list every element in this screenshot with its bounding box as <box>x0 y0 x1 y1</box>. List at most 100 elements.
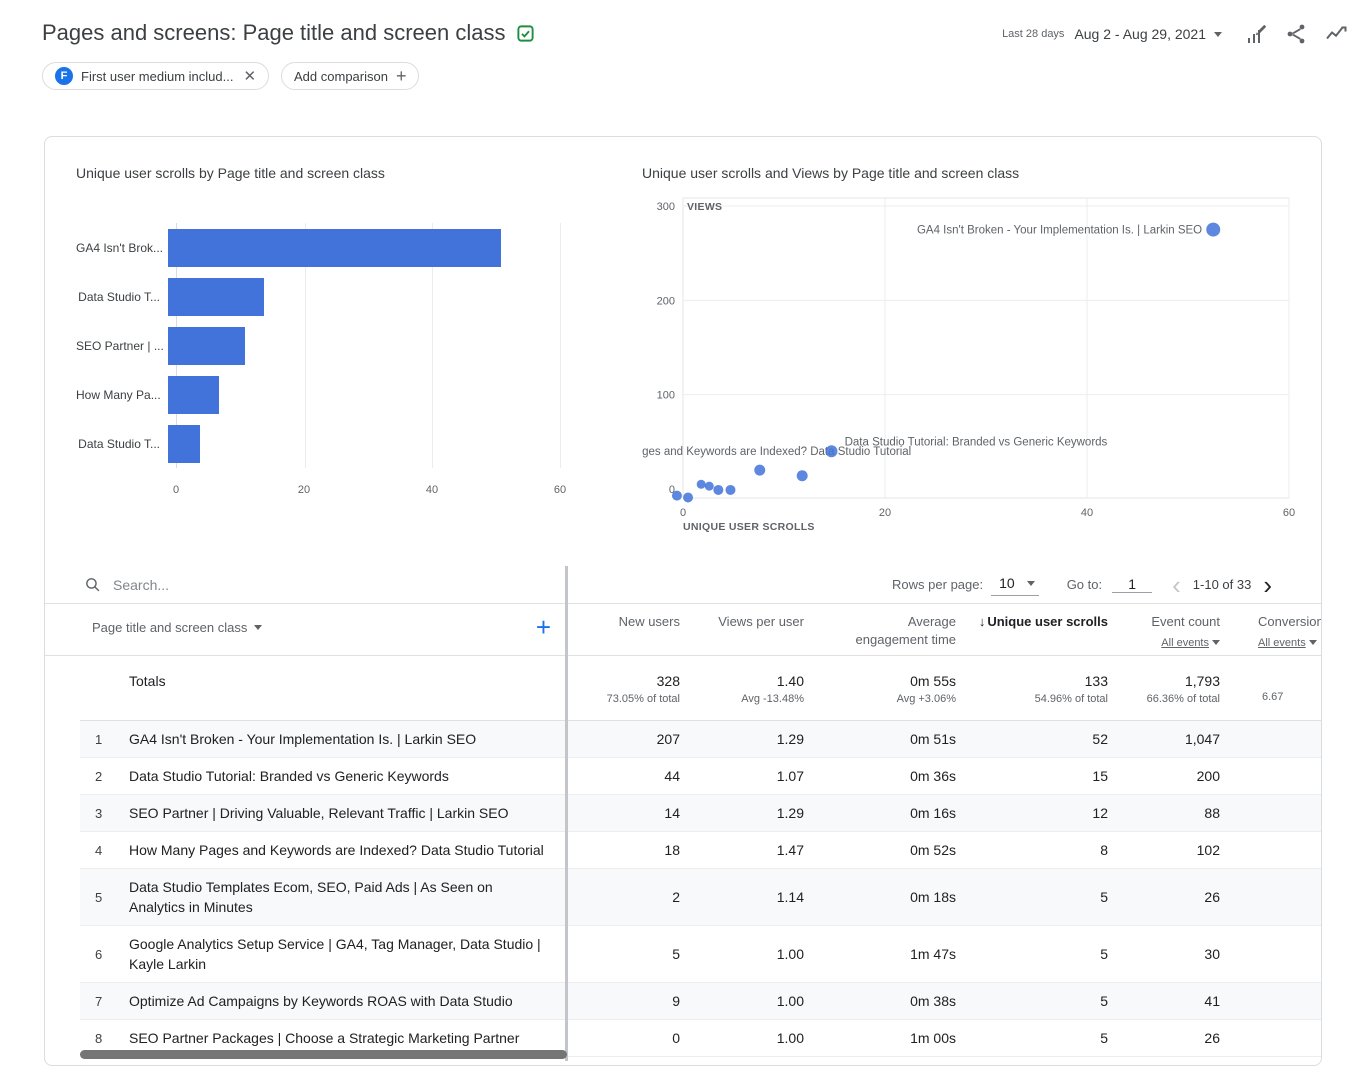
column-header-avg-engagement-time[interactable]: Average engagement time <box>804 613 956 649</box>
sort-descending-icon: ↓ <box>979 614 986 629</box>
table-row[interactable]: 2Data Studio Tutorial: Branded vs Generi… <box>80 758 1321 795</box>
scatter-y-tick-label: 300 <box>657 201 675 213</box>
scatter-plot: 01002003000204060VIEWSUNIQUE USER SCROLL… <box>642 187 1302 537</box>
filter-chip-first-user-medium[interactable]: F First user medium includ... ✕ <box>42 62 269 90</box>
column-header-page-title[interactable]: Page title and screen class + <box>80 613 565 637</box>
table-row[interactable]: 3SEO Partner | Driving Valuable, Relevan… <box>80 795 1321 832</box>
previous-page-icon[interactable]: ‹ <box>1164 575 1189 595</box>
scatter-point[interactable] <box>825 445 837 457</box>
page-title-cell: Google Analytics Setup Service | GA4, Ta… <box>129 926 549 982</box>
event-count-cell: 1,047 <box>1108 731 1220 747</box>
avg-engagement-time-cell: 0m 51s <box>804 731 956 747</box>
new-users-cell: 5 <box>568 946 680 962</box>
views-per-user-cell: 1.29 <box>680 805 804 821</box>
bar[interactable] <box>168 229 501 267</box>
scatter-point[interactable] <box>1206 223 1220 237</box>
avg-engagement-time-cell: 0m 38s <box>804 993 956 1009</box>
views-per-user-cell: 1.00 <box>680 993 804 1009</box>
customize-report-icon[interactable] <box>1244 22 1268 46</box>
horizontal-scrollbar[interactable] <box>80 1050 567 1059</box>
add-comparison-button[interactable]: Add comparison + <box>281 62 419 90</box>
bar-row: Data Studio T... <box>76 272 616 321</box>
date-range-selector[interactable]: Aug 2 - Aug 29, 2021 <box>1074 26 1222 42</box>
bar-track <box>168 327 552 365</box>
date-range-value: Aug 2 - Aug 29, 2021 <box>1074 26 1206 42</box>
table-pagination-controls: Rows per page: 10 Go to: ‹ 1-10 of 33 › <box>892 573 1280 596</box>
event-count-cell: 26 <box>1108 1030 1220 1046</box>
bar-track <box>168 425 552 463</box>
totals-unique-user-scrolls: 13354.96% of total <box>956 673 1108 705</box>
data-quality-check-icon[interactable] <box>516 24 535 43</box>
bar-axis-tick-label: 20 <box>298 484 310 496</box>
scatter-point[interactable] <box>697 480 706 489</box>
rows-per-page-label: Rows per page: <box>892 577 983 592</box>
new-users-cell: 0 <box>568 1030 680 1046</box>
column-header-conversions[interactable]: Conversions All events <box>1220 613 1321 652</box>
totals-row: Totals 32873.05% of total 1.40Avg -13.48… <box>80 656 1321 721</box>
scatter-y-axis-label: VIEWS <box>687 201 722 213</box>
views-per-user-cell: 1.00 <box>680 946 804 962</box>
bar-category-label: Data Studio T... <box>76 290 168 304</box>
rows-per-page-value: 10 <box>999 575 1015 591</box>
column-resize-divider[interactable] <box>565 566 568 1061</box>
rows-per-page-select[interactable]: 10 <box>991 573 1039 596</box>
unique-user-scrolls-cell: 15 <box>956 768 1108 784</box>
bar-axis-tick-label: 40 <box>426 484 438 496</box>
scatter-point[interactable] <box>754 465 765 476</box>
add-column-button[interactable]: + <box>536 617 551 637</box>
scatter-point[interactable] <box>705 482 714 491</box>
bar-chart-title: Unique user scrolls by Page title and sc… <box>76 165 616 181</box>
new-users-cell: 14 <box>568 805 680 821</box>
row-number: 8 <box>95 1031 129 1046</box>
scatter-chart-title: Unique user scrolls and Views by Page ti… <box>642 165 1302 181</box>
date-range-preset-label: Last 28 days <box>1002 28 1064 40</box>
bar[interactable] <box>168 425 200 463</box>
column-header-views-per-user[interactable]: Views per user <box>680 613 804 631</box>
table-row[interactable]: 7Optimize Ad Campaigns by Keywords ROAS … <box>80 983 1321 1020</box>
avg-engagement-time-cell: 0m 36s <box>804 768 956 784</box>
table-row[interactable]: 4How Many Pages and Keywords are Indexed… <box>80 832 1321 869</box>
new-users-cell: 2 <box>568 889 680 905</box>
chevron-down-icon <box>254 625 262 630</box>
column-header-new-users[interactable]: New users <box>568 613 680 631</box>
bar[interactable] <box>168 278 264 316</box>
scatter-x-tick-label: 0 <box>680 507 686 519</box>
scatter-point[interactable] <box>683 492 693 502</box>
chevron-down-icon <box>1309 640 1317 645</box>
scatter-point[interactable] <box>713 485 723 495</box>
search-input[interactable] <box>113 577 333 593</box>
page-title-cell: How Many Pages and Keywords are Indexed?… <box>129 832 544 868</box>
bar[interactable] <box>168 376 219 414</box>
plus-icon: + <box>396 67 407 85</box>
scatter-y-tick-label: 200 <box>657 295 675 307</box>
bar-track <box>168 229 552 267</box>
views-per-user-cell: 1.07 <box>680 768 804 784</box>
column-header-event-count[interactable]: Event count All events <box>1108 613 1220 652</box>
table-row[interactable]: 1GA4 Isn't Broken - Your Implementation … <box>80 721 1321 758</box>
bar[interactable] <box>168 327 245 365</box>
scatter-point[interactable] <box>725 485 735 495</box>
page-title-cell: GA4 Isn't Broken - Your Implementation I… <box>129 721 476 757</box>
column-header-unique-user-scrolls[interactable]: ↓Unique user scrolls <box>956 613 1108 631</box>
scatter-x-axis-label: UNIQUE USER SCROLLS <box>683 521 815 533</box>
scatter-point[interactable] <box>797 470 808 481</box>
row-number: 2 <box>95 769 129 784</box>
table-row[interactable]: 6Google Analytics Setup Service | GA4, T… <box>80 926 1321 983</box>
scatter-point[interactable] <box>672 491 682 501</box>
table-body: 1GA4 Isn't Broken - Your Implementation … <box>45 721 1321 1057</box>
share-icon[interactable] <box>1284 22 1308 46</box>
insights-icon[interactable] <box>1324 22 1348 46</box>
next-page-icon[interactable]: › <box>1255 575 1280 595</box>
table-row[interactable]: 5Data Studio Templates Ecom, SEO, Paid A… <box>80 869 1321 926</box>
close-icon[interactable]: ✕ <box>241 69 256 84</box>
event-count-cell: 88 <box>1108 805 1220 821</box>
goto-page-input[interactable] <box>1112 576 1152 593</box>
add-comparison-label: Add comparison <box>294 69 388 84</box>
new-users-cell: 44 <box>568 768 680 784</box>
bar-chart-x-axis: 0204060 <box>176 484 560 500</box>
unique-user-scrolls-cell: 5 <box>956 889 1108 905</box>
conversion-filter-dropdown[interactable]: All events <box>1258 634 1321 652</box>
event-filter-dropdown[interactable]: All events <box>1108 634 1220 652</box>
unique-user-scrolls-cell: 5 <box>956 1030 1108 1046</box>
chevron-down-icon <box>1214 32 1222 37</box>
